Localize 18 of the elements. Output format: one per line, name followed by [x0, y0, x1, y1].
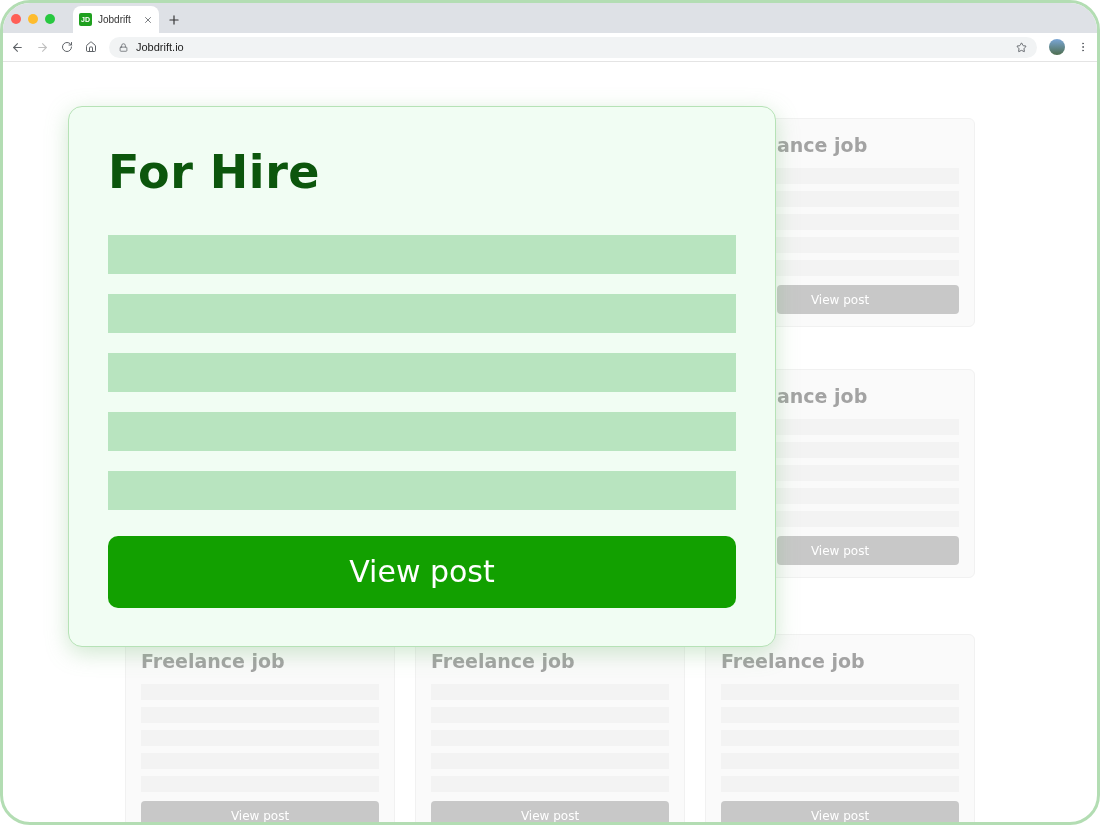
- lock-icon: [119, 42, 128, 52]
- card-title: Freelance job: [721, 652, 865, 671]
- close-tab-icon[interactable]: [143, 14, 153, 25]
- address-bar[interactable]: Jobdrift.io: [109, 36, 1037, 58]
- home-icon[interactable]: [85, 41, 97, 53]
- card-title: Freelance job: [141, 652, 285, 671]
- card-title: ance job: [777, 136, 868, 155]
- card-title: ance job: [777, 387, 868, 406]
- profile-avatar[interactable]: [1049, 39, 1065, 55]
- back-icon[interactable]: [11, 40, 24, 54]
- close-window-button[interactable]: [11, 14, 21, 24]
- card-title: Freelance job: [431, 652, 575, 671]
- view-post-button[interactable]: View post: [108, 535, 736, 608]
- tab-title: Jobdrift: [98, 14, 132, 25]
- star-icon[interactable]: [1016, 41, 1027, 53]
- reload-icon[interactable]: [61, 41, 73, 53]
- url-text: Jobdrift.io: [136, 41, 185, 53]
- featured-title: For Hire: [108, 145, 320, 199]
